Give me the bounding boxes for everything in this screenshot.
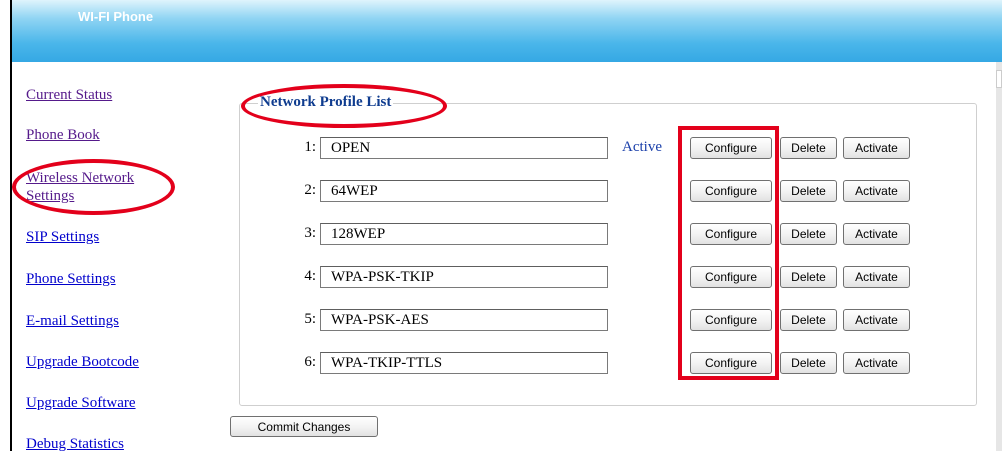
delete-button[interactable]: Delete [780,137,837,159]
annotation-oval-title [241,84,447,128]
profile-ssid-field[interactable] [320,180,608,202]
page-header: WI-FI Phone [12,0,1002,62]
profile-ssid-field[interactable] [320,223,608,245]
annotation-rect-configure [678,126,779,380]
delete-button[interactable]: Delete [780,352,837,374]
delete-button[interactable]: Delete [780,180,837,202]
nav-email-settings[interactable]: E-mail Settings [26,313,119,330]
profile-index: 5: [304,311,316,327]
activate-button[interactable]: Activate [843,180,910,202]
vertical-scrollbar[interactable] [996,62,1002,451]
activate-button[interactable]: Activate [843,352,910,374]
app-title: WI-FI Phone [78,9,154,24]
delete-button[interactable]: Delete [780,223,837,245]
annotation-oval-wireless [12,159,175,215]
nav-upgrade-software[interactable]: Upgrade Software [26,395,136,412]
profile-status: Active [622,139,662,155]
frame-border [10,0,12,451]
commit-changes-button[interactable]: Commit Changes [230,416,378,437]
nav-phone-book[interactable]: Phone Book [26,127,100,144]
nav-phone-settings[interactable]: Phone Settings [26,271,116,288]
profile-index: 4: [304,268,316,284]
profile-ssid-field[interactable] [320,137,608,159]
activate-button[interactable]: Activate [843,309,910,331]
profile-index: 3: [304,225,316,241]
nav-current-status[interactable]: Current Status [26,87,112,104]
nav-sip-settings[interactable]: SIP Settings [26,229,99,246]
nav-debug-statistics[interactable]: Debug Statistics [26,436,124,453]
scrollbar-thumb[interactable] [996,70,1002,88]
profile-ssid-field[interactable] [320,309,608,331]
profile-ssid-field[interactable] [320,266,608,288]
nav-upgrade-bootcode[interactable]: Upgrade Bootcode [26,354,139,371]
delete-button[interactable]: Delete [780,309,837,331]
profile-index: 1: [304,139,316,155]
profile-ssid-field[interactable] [320,352,608,374]
delete-button[interactable]: Delete [780,266,837,288]
profile-index: 6: [304,354,316,370]
activate-button[interactable]: Activate [843,223,910,245]
profile-index: 2: [304,182,316,198]
activate-button[interactable]: Activate [843,266,910,288]
activate-button[interactable]: Activate [843,137,910,159]
